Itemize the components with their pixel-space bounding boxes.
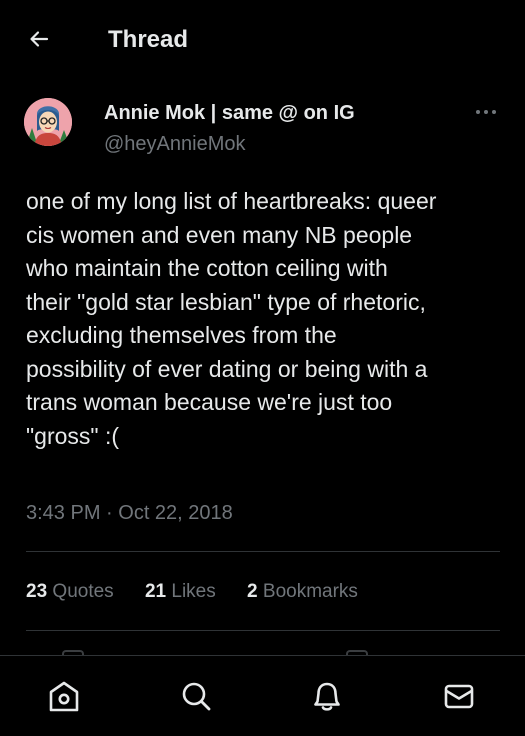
tweet-time[interactable]: 3:43 PM [26, 502, 100, 524]
home-icon [49, 681, 79, 712]
bookmarks-label: Bookmarks [262, 581, 358, 602]
nav-messages-button[interactable] [440, 677, 478, 715]
timestamp-separator: · [100, 502, 119, 524]
tweet-date[interactable]: Oct 22, 2018 [118, 502, 233, 524]
bookmarks-stat[interactable]: 2 Bookmarks [247, 579, 358, 605]
notifications-bell-icon [314, 682, 340, 711]
search-icon [182, 682, 211, 711]
avatar[interactable] [24, 98, 72, 146]
arrow-left-icon [30, 31, 49, 47]
bookmarks-count: 2 [247, 581, 258, 602]
divider [26, 630, 500, 631]
author-name[interactable]: Annie Mok | same @ on IG [104, 100, 355, 126]
quotes-stat[interactable]: 23 Quotes [26, 579, 114, 605]
author-handle[interactable]: @heyAnnieMok [104, 131, 245, 157]
more-horizontal-icon [476, 110, 496, 114]
likes-label: Likes [171, 581, 216, 602]
quotes-label: Quotes [52, 581, 114, 602]
tweet-timestamp: 3:43 PM · Oct 22, 2018 [26, 500, 233, 526]
bottom-navigation [0, 655, 525, 736]
nav-search-button[interactable] [177, 677, 215, 715]
top-bar: Thread [0, 0, 525, 80]
back-button[interactable] [22, 22, 56, 56]
divider [26, 551, 500, 552]
tweet-text: one of my long list of heartbreaks: quee… [26, 188, 437, 449]
page-title: Thread [108, 26, 189, 53]
quotes-count: 23 [26, 581, 48, 602]
avatar-illustration [24, 98, 72, 146]
nav-home-button[interactable] [45, 677, 83, 715]
messages-envelope-icon [444, 684, 474, 709]
more-options-button[interactable] [470, 100, 502, 124]
engagement-stats: 23 Quotes 21 Likes 2 Bookmarks [26, 579, 384, 605]
likes-stat[interactable]: 21 Likes [145, 579, 216, 605]
nav-notifications-button[interactable] [308, 677, 346, 715]
likes-count: 21 [144, 581, 167, 602]
